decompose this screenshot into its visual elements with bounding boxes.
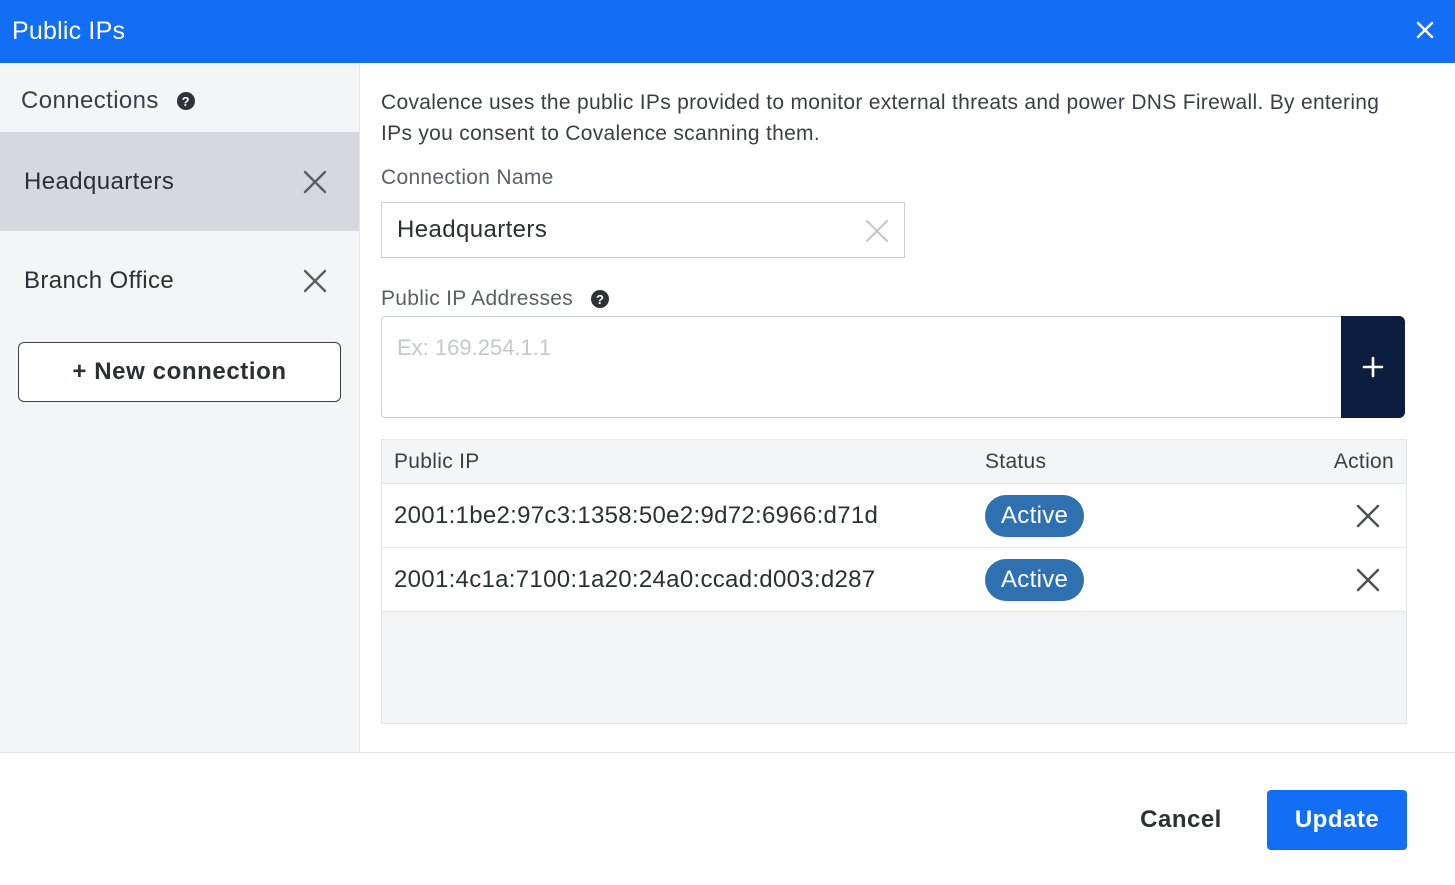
clear-icon[interactable] [864,218,890,244]
connection-name-label: Connection Name [381,166,554,189]
update-button[interactable]: Update [1267,790,1407,850]
public-ip-field [381,316,1405,418]
dialog-footer: Cancel Update [0,752,1455,885]
public-ip-table: Public IP Status Action 2001:1be2:97c3:1… [381,439,1407,724]
remove-connection-icon[interactable] [301,168,329,196]
add-ip-button[interactable] [1341,316,1405,418]
status-badge: Active [985,559,1085,601]
help-icon[interactable]: ? [591,290,610,308]
public-ip-label-text: Public IP Addresses [381,287,574,310]
ip-cell: 2001:4c1a:7100:1a20:24a0:ccad:d003:d287 [394,566,876,593]
description-text: Covalence uses the public IPs provided t… [381,91,1380,145]
public-ip-addresses-label: Public IP Addresses ? [381,287,610,311]
connection-label: Headquarters [24,167,175,195]
table-header: Public IP Status Action [382,440,1406,484]
ip-cell: 2001:1be2:97c3:1358:50e2:9d72:6966:d71d [394,502,879,529]
cancel-button[interactable]: Cancel [1118,790,1244,850]
connections-sidebar: Connections ? Headquarters Branch Office… [0,63,360,752]
plus-icon [1362,356,1384,378]
column-header-status: Status [985,450,1047,473]
public-ip-input[interactable] [397,335,1327,405]
new-connection-button[interactable]: + New connection [18,342,341,402]
connection-name-field [381,202,905,258]
delete-ip-icon[interactable] [1355,567,1381,593]
connections-heading-label: Connections [21,87,159,114]
connection-label: Branch Office [24,266,175,294]
connection-item-headquarters[interactable]: Headquarters [0,132,359,231]
column-header-action: Action [1333,450,1394,473]
help-icon[interactable]: ? [176,92,195,110]
table-row: 2001:1be2:97c3:1358:50e2:9d72:6966:d71d … [382,484,1406,548]
table-row: 2001:4c1a:7100:1a20:24a0:ccad:d003:d287 … [382,548,1406,612]
remove-connection-icon[interactable] [301,267,329,295]
column-header-public-ip: Public IP [394,450,480,473]
connections-heading: Connections ? [21,87,195,115]
dialog-header: Public IPs [0,0,1455,63]
close-icon[interactable] [1411,16,1439,44]
status-badge: Active [985,495,1085,537]
connection-item-branch-office[interactable]: Branch Office [0,231,359,330]
dialog-title: Public IPs [12,17,126,45]
connection-name-input[interactable] [397,203,837,257]
delete-ip-icon[interactable] [1355,503,1381,529]
